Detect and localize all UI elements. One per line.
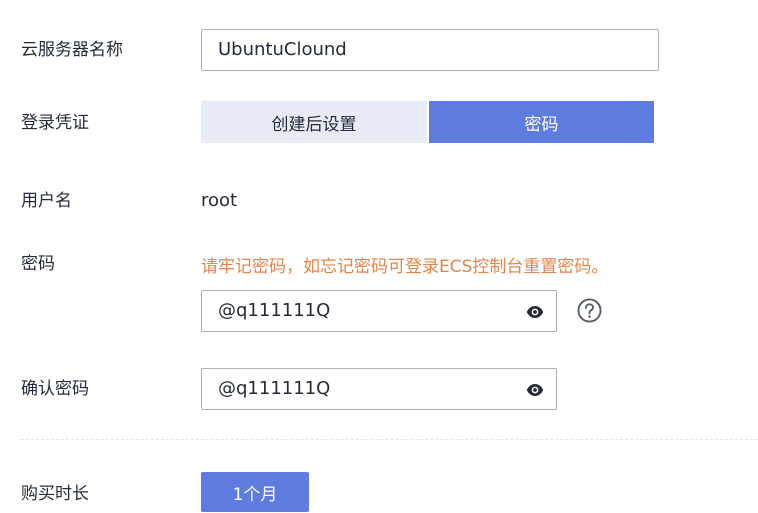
section-divider <box>21 439 758 440</box>
eye-icon[interactable] <box>526 381 544 399</box>
credential-option-password[interactable]: 密码 <box>429 101 654 143</box>
server-name-value: UbuntuClound <box>218 39 347 60</box>
credential-option-set-later[interactable]: 创建后设置 <box>201 101 427 143</box>
purchase-duration-label: 购买时长 <box>21 484 89 504</box>
password-value: @q111111Q <box>218 300 331 321</box>
login-credential-label: 登录凭证 <box>21 113 89 133</box>
duration-option-1-month[interactable]: 1个月 <box>201 472 309 512</box>
confirm-password-label: 确认密码 <box>21 379 89 399</box>
username-value: root <box>201 190 238 211</box>
server-name-label: 云服务器名称 <box>21 40 123 60</box>
question-circle-icon[interactable] <box>577 298 602 323</box>
eye-icon[interactable] <box>526 303 544 321</box>
password-input[interactable]: @q111111Q <box>201 290 557 332</box>
confirm-password-input[interactable]: @q111111Q <box>201 368 557 410</box>
confirm-password-value: @q111111Q <box>218 378 331 399</box>
password-warning: 请牢记密码，如忘记密码可登录ECS控制台重置密码。 <box>201 257 609 277</box>
password-label: 密码 <box>21 254 55 274</box>
server-name-input[interactable]: UbuntuClound <box>201 29 659 71</box>
username-label: 用户名 <box>21 191 72 211</box>
